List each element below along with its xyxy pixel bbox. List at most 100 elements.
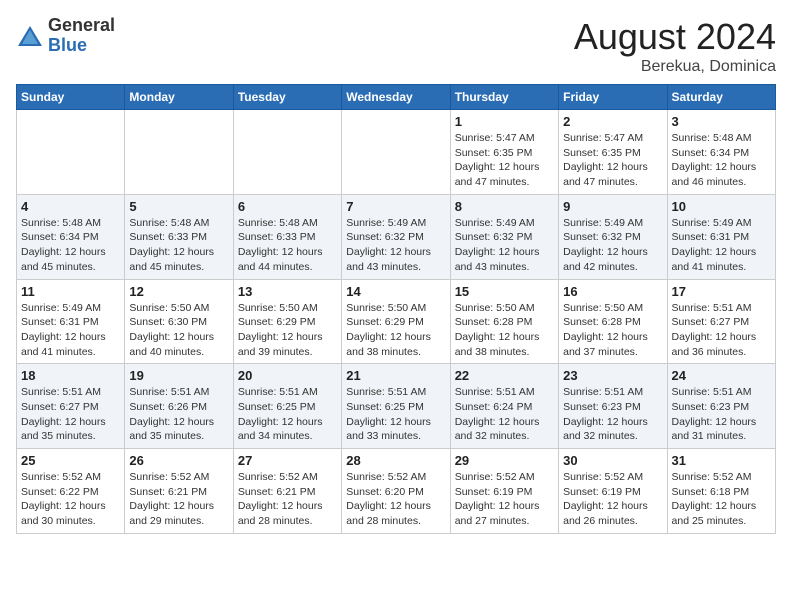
- calendar-cell: 8 Sunrise: 5:49 AM Sunset: 6:32 PM Daylig…: [450, 194, 558, 279]
- logo-icon: [16, 22, 44, 50]
- day-number: 4: [21, 199, 120, 214]
- day-number: 1: [455, 114, 554, 129]
- day-info: Sunrise: 5:49 AM Sunset: 6:32 PM Dayligh…: [563, 216, 662, 275]
- logo-general: General: [48, 16, 115, 36]
- calendar-week-row: 4Sunrise: 5:48 AM Sunset: 6:34 PM Daylig…: [17, 194, 776, 279]
- title-block: August 2024 Berekua, Dominica: [574, 16, 776, 76]
- calendar-cell: 21Sunrise: 5:51 AM Sunset: 6:25 PM Dayli…: [342, 364, 450, 449]
- calendar-cell: 12 Sunrise: 5:50 AM Sunset: 6:30 PM Dayli…: [125, 279, 233, 364]
- day-number: 14: [346, 284, 445, 299]
- day-info: Sunrise: 5:51 AM Sunset: 6:24 PM Dayligh…: [455, 385, 554, 444]
- calendar-cell: 10 Sunrise: 5:49 AM Sunset: 6:31 PM Dayli…: [667, 194, 775, 279]
- day-info: Sunrise: 5:51 AM Sunset: 6:25 PM Dayligh…: [238, 385, 337, 444]
- calendar-cell: 11Sunrise: 5:49 AM Sunset: 6:31 PM Dayli…: [17, 279, 125, 364]
- calendar-week-row: 11Sunrise: 5:49 AM Sunset: 6:31 PM Dayli…: [17, 279, 776, 364]
- day-info: Sunrise: 5:52 AM Sunset: 6:18 PM Dayligh…: [672, 470, 771, 529]
- calendar-cell: 26 Sunrise: 5:52 AM Sunset: 6:21 PM Dayli…: [125, 449, 233, 534]
- day-info: Sunrise: 5:48 AM Sunset: 6:34 PM Dayligh…: [672, 131, 771, 190]
- day-info: Sunrise: 5:51 AM Sunset: 6:27 PM Dayligh…: [21, 385, 120, 444]
- day-info: Sunrise: 5:52 AM Sunset: 6:20 PM Dayligh…: [346, 470, 445, 529]
- weekday-header: Wednesday: [342, 85, 450, 110]
- calendar-cell: 15Sunrise: 5:50 AM Sunset: 6:28 PM Dayli…: [450, 279, 558, 364]
- page-header: General Blue August 2024 Berekua, Domini…: [16, 16, 776, 76]
- day-number: 19: [129, 368, 228, 383]
- day-number: 20: [238, 368, 337, 383]
- calendar-cell: [17, 110, 125, 195]
- day-number: 15: [455, 284, 554, 299]
- day-number: 23: [563, 368, 662, 383]
- calendar-cell: 4Sunrise: 5:48 AM Sunset: 6:34 PM Daylig…: [17, 194, 125, 279]
- day-info: Sunrise: 5:50 AM Sunset: 6:30 PM Dayligh…: [129, 301, 228, 360]
- calendar-cell: [125, 110, 233, 195]
- calendar-cell: 25 Sunrise: 5:52 AM Sunset: 6:22 PM Dayli…: [17, 449, 125, 534]
- day-number: 22: [455, 368, 554, 383]
- day-number: 27: [238, 453, 337, 468]
- calendar-cell: [342, 110, 450, 195]
- day-number: 29: [455, 453, 554, 468]
- calendar-cell: 13 Sunrise: 5:50 AM Sunset: 6:29 PM Dayli…: [233, 279, 341, 364]
- day-info: Sunrise: 5:51 AM Sunset: 6:25 PM Dayligh…: [346, 385, 445, 444]
- calendar-cell: 7 Sunrise: 5:49 AM Sunset: 6:32 PM Daylig…: [342, 194, 450, 279]
- day-info: Sunrise: 5:47 AM Sunset: 6:35 PM Dayligh…: [563, 131, 662, 190]
- day-number: 16: [563, 284, 662, 299]
- day-number: 30: [563, 453, 662, 468]
- day-number: 26: [129, 453, 228, 468]
- day-info: Sunrise: 5:49 AM Sunset: 6:31 PM Dayligh…: [21, 301, 120, 360]
- calendar-cell: 18 Sunrise: 5:51 AM Sunset: 6:27 PM Dayli…: [17, 364, 125, 449]
- day-info: Sunrise: 5:51 AM Sunset: 6:27 PM Dayligh…: [672, 301, 771, 360]
- calendar-cell: 24 Sunrise: 5:51 AM Sunset: 6:23 PM Dayli…: [667, 364, 775, 449]
- day-number: 24: [672, 368, 771, 383]
- calendar-cell: 16 Sunrise: 5:50 AM Sunset: 6:28 PM Dayli…: [559, 279, 667, 364]
- logo-blue: Blue: [48, 36, 115, 56]
- logo: General Blue: [16, 16, 115, 56]
- day-info: Sunrise: 5:52 AM Sunset: 6:19 PM Dayligh…: [455, 470, 554, 529]
- calendar-header-row: SundayMondayTuesdayWednesdayThursdayFrid…: [17, 85, 776, 110]
- day-info: Sunrise: 5:51 AM Sunset: 6:23 PM Dayligh…: [563, 385, 662, 444]
- calendar-cell: 14Sunrise: 5:50 AM Sunset: 6:29 PM Dayli…: [342, 279, 450, 364]
- weekday-header: Friday: [559, 85, 667, 110]
- calendar-cell: 23 Sunrise: 5:51 AM Sunset: 6:23 PM Dayli…: [559, 364, 667, 449]
- day-info: Sunrise: 5:52 AM Sunset: 6:21 PM Dayligh…: [129, 470, 228, 529]
- calendar-cell: 3Sunrise: 5:48 AM Sunset: 6:34 PM Daylig…: [667, 110, 775, 195]
- calendar-cell: 27 Sunrise: 5:52 AM Sunset: 6:21 PM Dayli…: [233, 449, 341, 534]
- calendar-cell: 9Sunrise: 5:49 AM Sunset: 6:32 PM Daylig…: [559, 194, 667, 279]
- day-info: Sunrise: 5:52 AM Sunset: 6:22 PM Dayligh…: [21, 470, 120, 529]
- calendar-cell: 1 Sunrise: 5:47 AM Sunset: 6:35 PM Daylig…: [450, 110, 558, 195]
- day-info: Sunrise: 5:50 AM Sunset: 6:28 PM Dayligh…: [563, 301, 662, 360]
- day-number: 17: [672, 284, 771, 299]
- day-info: Sunrise: 5:51 AM Sunset: 6:23 PM Dayligh…: [672, 385, 771, 444]
- day-info: Sunrise: 5:48 AM Sunset: 6:33 PM Dayligh…: [238, 216, 337, 275]
- day-info: Sunrise: 5:52 AM Sunset: 6:19 PM Dayligh…: [563, 470, 662, 529]
- day-info: Sunrise: 5:49 AM Sunset: 6:31 PM Dayligh…: [672, 216, 771, 275]
- day-number: 28: [346, 453, 445, 468]
- calendar-cell: 29 Sunrise: 5:52 AM Sunset: 6:19 PM Dayli…: [450, 449, 558, 534]
- day-number: 7: [346, 199, 445, 214]
- calendar-cell: 2Sunrise: 5:47 AM Sunset: 6:35 PM Daylig…: [559, 110, 667, 195]
- calendar-cell: 19 Sunrise: 5:51 AM Sunset: 6:26 PM Dayli…: [125, 364, 233, 449]
- day-info: Sunrise: 5:49 AM Sunset: 6:32 PM Dayligh…: [346, 216, 445, 275]
- weekday-header: Saturday: [667, 85, 775, 110]
- calendar-cell: 22 Sunrise: 5:51 AM Sunset: 6:24 PM Dayli…: [450, 364, 558, 449]
- day-number: 25: [21, 453, 120, 468]
- day-number: 8: [455, 199, 554, 214]
- day-info: Sunrise: 5:47 AM Sunset: 6:35 PM Dayligh…: [455, 131, 554, 190]
- day-number: 18: [21, 368, 120, 383]
- day-info: Sunrise: 5:48 AM Sunset: 6:33 PM Dayligh…: [129, 216, 228, 275]
- day-info: Sunrise: 5:52 AM Sunset: 6:21 PM Dayligh…: [238, 470, 337, 529]
- day-number: 5: [129, 199, 228, 214]
- day-number: 10: [672, 199, 771, 214]
- weekday-header: Monday: [125, 85, 233, 110]
- day-info: Sunrise: 5:49 AM Sunset: 6:32 PM Dayligh…: [455, 216, 554, 275]
- day-number: 12: [129, 284, 228, 299]
- day-info: Sunrise: 5:51 AM Sunset: 6:26 PM Dayligh…: [129, 385, 228, 444]
- day-number: 6: [238, 199, 337, 214]
- day-number: 13: [238, 284, 337, 299]
- weekday-header: Tuesday: [233, 85, 341, 110]
- calendar-table: SundayMondayTuesdayWednesdayThursdayFrid…: [16, 84, 776, 534]
- location-subtitle: Berekua, Dominica: [574, 58, 776, 76]
- weekday-header: Sunday: [17, 85, 125, 110]
- calendar-week-row: 1 Sunrise: 5:47 AM Sunset: 6:35 PM Daylig…: [17, 110, 776, 195]
- day-info: Sunrise: 5:50 AM Sunset: 6:29 PM Dayligh…: [238, 301, 337, 360]
- calendar-cell: 30 Sunrise: 5:52 AM Sunset: 6:19 PM Dayli…: [559, 449, 667, 534]
- calendar-week-row: 25 Sunrise: 5:52 AM Sunset: 6:22 PM Dayli…: [17, 449, 776, 534]
